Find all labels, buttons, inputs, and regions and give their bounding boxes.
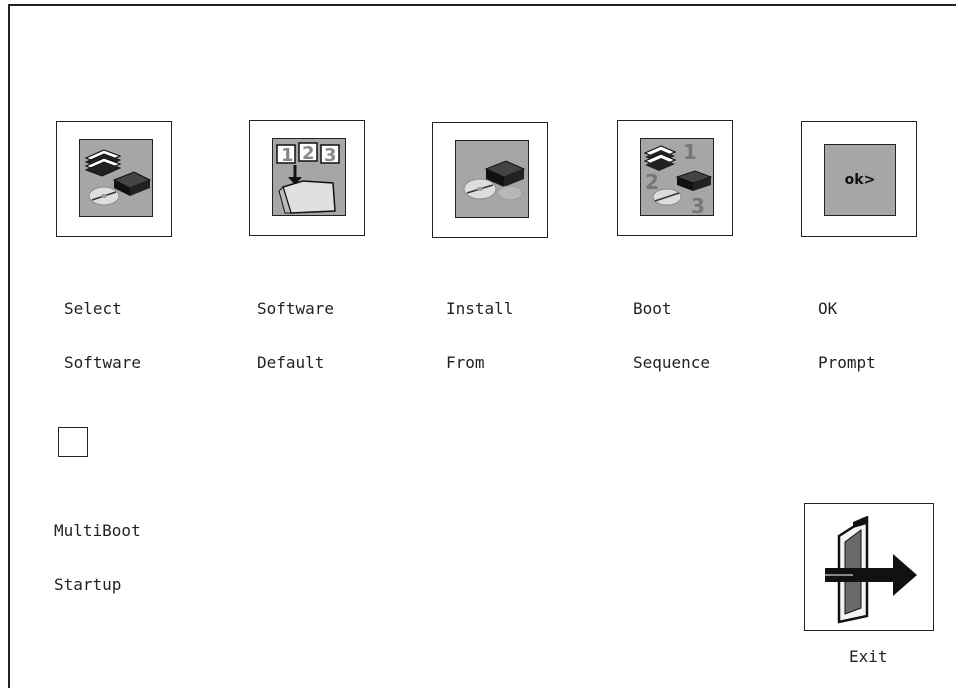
- boot-sequence-label-line2: Sequence: [633, 353, 711, 372]
- exit-door-arrow-icon: [825, 515, 917, 624]
- svg-text:2: 2: [302, 143, 315, 164]
- select-software-button[interactable]: [56, 121, 172, 237]
- select-software-label-line1: Select: [64, 299, 122, 318]
- ok-prompt-label-line2: Prompt: [818, 353, 876, 372]
- boot-sequence-label: Boot Sequence: [633, 264, 710, 390]
- install-from-button[interactable]: [432, 122, 548, 238]
- svg-text:3: 3: [324, 145, 337, 166]
- boot-sequence-label-line1: Boot: [633, 299, 672, 318]
- select-software-label: Select Software: [64, 264, 141, 390]
- install-from-label: Install From: [446, 264, 513, 390]
- ok-prompt-icon: ok>: [824, 144, 896, 216]
- software-default-label-line2: Default: [257, 353, 325, 372]
- svg-text:1: 1: [683, 140, 697, 164]
- svg-text:3: 3: [691, 194, 705, 216]
- select-software-label-line2: Software: [64, 353, 142, 372]
- multiboot-startup-label: MultiBoot Startup: [54, 486, 141, 612]
- boot-sequence-button[interactable]: 1 2 3: [617, 120, 733, 236]
- software-default-button[interactable]: 1 2 3: [249, 120, 365, 236]
- software-default-icon: 1 2 3: [272, 138, 346, 216]
- svg-text:2: 2: [645, 170, 659, 194]
- svg-text:1: 1: [281, 145, 294, 166]
- multiboot-startup-checkbox[interactable]: [58, 427, 88, 457]
- ok-prompt-label-line1: OK: [818, 299, 838, 318]
- multiboot-label-line2: Startup: [54, 575, 122, 594]
- software-default-label-line1: Software: [257, 299, 335, 318]
- software-default-label: Software Default: [257, 264, 334, 390]
- multiboot-label-line1: MultiBoot: [54, 521, 141, 540]
- exit-label: Exit: [849, 647, 888, 666]
- install-from-label-line1: Install: [446, 299, 514, 318]
- install-from-label-line2: From: [446, 353, 485, 372]
- select-software-icon: [79, 139, 153, 217]
- ok-prompt-button[interactable]: ok>: [801, 121, 917, 237]
- boot-sequence-icon: 1 2 3: [640, 138, 714, 216]
- exit-button[interactable]: [804, 503, 934, 631]
- ok-prompt-label: OK Prompt: [818, 264, 876, 390]
- install-from-icon: [455, 140, 529, 218]
